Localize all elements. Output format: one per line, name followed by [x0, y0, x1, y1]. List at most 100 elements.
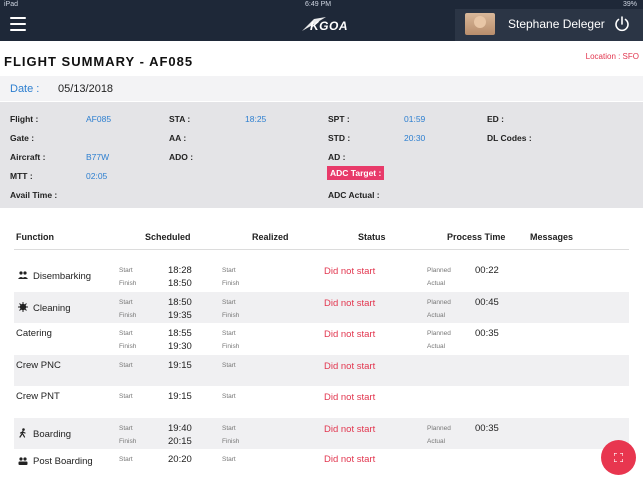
- app-logo: KGOA: [296, 15, 348, 35]
- ado-label: ADO :: [169, 152, 194, 162]
- scheduled-finish: 18:50: [168, 278, 192, 289]
- status-text: Did not start: [324, 329, 376, 340]
- planned-label: Planned: [427, 330, 451, 337]
- adc-actual-label: ADC Actual :: [328, 190, 380, 200]
- start-label: Start: [119, 425, 133, 432]
- table-row[interactable]: Post Boarding Start 20:20 Start Did not …: [14, 450, 629, 481]
- status-text: Did not start: [324, 454, 376, 465]
- sta-label: STA :: [169, 114, 191, 124]
- function-name: Cleaning: [33, 303, 71, 314]
- mtt-label: MTT :: [10, 171, 33, 181]
- table-row[interactable]: Crew PNC Start 19:15 Start Did not start: [14, 355, 629, 386]
- table-row[interactable]: Crew PNT Start 19:15 Start Did not start: [14, 386, 629, 417]
- actual-label: Actual: [427, 312, 446, 319]
- function-name: Crew PNC: [16, 360, 61, 371]
- hamburger-menu-icon[interactable]: [10, 17, 26, 31]
- function-name: Crew PNT: [16, 391, 60, 402]
- battery-level: 39%: [622, 1, 637, 8]
- power-icon[interactable]: [613, 15, 631, 33]
- ed-label: ED :: [487, 114, 504, 124]
- avail-time-label: Avail Time :: [10, 190, 58, 200]
- people-icon: [18, 271, 28, 279]
- page-title: FLIGHT SUMMARY - AF085: [4, 54, 194, 69]
- finish-label: Finish: [119, 438, 137, 445]
- realized-start-label: Start: [222, 330, 236, 337]
- date-value: 05/13/2018: [58, 83, 114, 95]
- location-label: Location : SFO: [585, 52, 639, 61]
- realized-start-label: Start: [222, 267, 236, 274]
- flight-value: AF085: [86, 114, 112, 124]
- status-text: Did not start: [324, 392, 376, 403]
- planned-label: Planned: [427, 267, 451, 274]
- scheduled-start: 18:50: [168, 297, 192, 308]
- column-header-process-time: Process Time: [447, 232, 506, 242]
- function-name: Disembarking: [33, 271, 92, 282]
- date-bar: Date : 05/13/2018: [0, 76, 643, 101]
- std-label: STD :: [328, 133, 351, 143]
- expand-fab-button[interactable]: [601, 440, 636, 475]
- column-header-realized: Realized: [252, 232, 289, 242]
- realized-start-label: Start: [222, 362, 236, 369]
- realized-finish-label: Finish: [222, 438, 240, 445]
- avatar[interactable]: [465, 13, 495, 35]
- flight-info-panel: Flight : AF085 Gate : Aircraft : B77W MT…: [0, 102, 643, 208]
- cleaning-icon: [18, 302, 28, 312]
- expand-icon: [614, 453, 623, 462]
- top-bar: KGOA Stephane Deleger: [0, 9, 643, 41]
- realized-finish-label: Finish: [222, 312, 240, 319]
- aircraft-value: B77W: [86, 152, 110, 162]
- status-bar: iPad 6:49 PM 39%: [0, 0, 643, 9]
- actual-label: Actual: [427, 280, 446, 287]
- gate-label: Gate :: [10, 133, 35, 143]
- status-text: Did not start: [324, 424, 376, 435]
- scheduled-start: 18:28: [168, 265, 192, 276]
- header-divider: [14, 249, 629, 250]
- actual-label: Actual: [427, 343, 446, 350]
- function-name: Post Boarding: [33, 456, 93, 467]
- column-header-status: Status: [358, 232, 386, 242]
- function-name: Catering: [16, 328, 52, 339]
- planned-time: 00:35: [475, 328, 499, 339]
- scheduled-finish: 19:30: [168, 341, 192, 352]
- column-header-function: Function: [16, 232, 54, 242]
- std-value: 20:30: [404, 133, 426, 143]
- start-label: Start: [119, 267, 133, 274]
- scheduled-start: 19:15: [168, 391, 192, 402]
- column-header-messages: Messages: [530, 232, 574, 242]
- post-boarding-icon: [18, 457, 28, 465]
- realized-finish-label: Finish: [222, 280, 240, 287]
- device-label: iPad: [4, 1, 19, 8]
- status-text: Did not start: [324, 266, 376, 277]
- table-row[interactable]: Catering Start 18:55 Finish 19:30 Start …: [14, 323, 629, 354]
- aircraft-label: Aircraft :: [10, 152, 46, 162]
- spt-value: 01:59: [404, 114, 426, 124]
- realized-finish-label: Finish: [222, 343, 240, 350]
- logo-text: KGOA: [310, 19, 348, 33]
- planned-time: 00:35: [475, 423, 499, 434]
- status-text: Did not start: [324, 298, 376, 309]
- start-label: Start: [119, 330, 133, 337]
- scheduled-start: 19:40: [168, 423, 192, 434]
- sta-value: 18:25: [245, 114, 267, 124]
- dl-codes-label: DL Codes :: [487, 133, 532, 143]
- start-label: Start: [119, 456, 133, 463]
- finish-label: Finish: [119, 312, 137, 319]
- planned-label: Planned: [427, 299, 451, 306]
- start-label: Start: [119, 299, 133, 306]
- walking-icon: [19, 428, 26, 438]
- aa-label: AA :: [169, 133, 187, 143]
- username[interactable]: Stephane Deleger: [508, 17, 605, 31]
- date-label: Date :: [10, 83, 40, 95]
- scheduled-finish: 20:15: [168, 436, 192, 447]
- column-header-scheduled: Scheduled: [145, 232, 191, 242]
- table-row[interactable]: Boarding Start 19:40 Finish 20:15 Start …: [14, 418, 629, 449]
- table-row[interactable]: Disembarking Start 18:28 Finish 18:50 St…: [14, 260, 629, 291]
- table-row[interactable]: Cleaning Start 18:50 Finish 19:35 Start …: [14, 292, 629, 323]
- scheduled-start: 19:15: [168, 360, 192, 371]
- mtt-value: 02:05: [86, 171, 108, 181]
- realized-start-label: Start: [222, 456, 236, 463]
- finish-label: Finish: [119, 343, 137, 350]
- start-label: Start: [119, 362, 133, 369]
- realized-start-label: Start: [222, 299, 236, 306]
- scheduled-start: 18:55: [168, 328, 192, 339]
